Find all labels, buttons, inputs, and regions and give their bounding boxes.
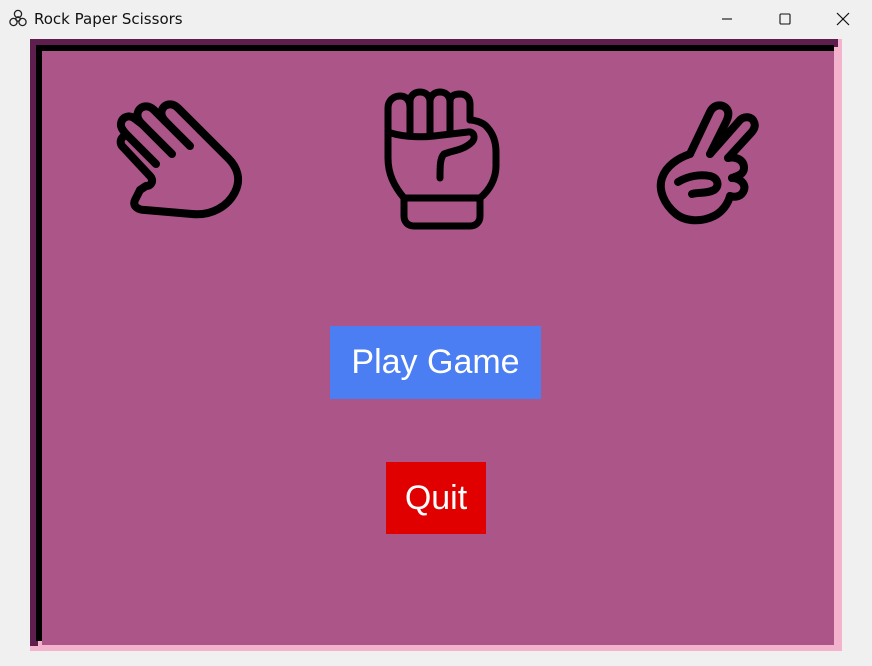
window-title: Rock Paper Scissors (34, 10, 183, 28)
app-window: Rock Paper Scissors Play Game Quit (0, 0, 872, 666)
victory-hand-icon[interactable] (648, 96, 768, 228)
maximize-button[interactable] (756, 0, 814, 38)
title-bar[interactable]: Rock Paper Scissors (0, 0, 872, 38)
open-hand-icon[interactable] (100, 88, 250, 224)
quit-button[interactable]: Quit (386, 462, 486, 534)
maximize-icon (779, 13, 791, 25)
play-game-button[interactable]: Play Game (330, 326, 541, 399)
close-button[interactable] (814, 0, 872, 38)
fist-icon[interactable] (378, 86, 508, 234)
biohazard-icon (9, 9, 27, 27)
minimize-button[interactable] (698, 0, 756, 38)
close-icon (836, 12, 850, 26)
minimize-icon (722, 18, 732, 20)
